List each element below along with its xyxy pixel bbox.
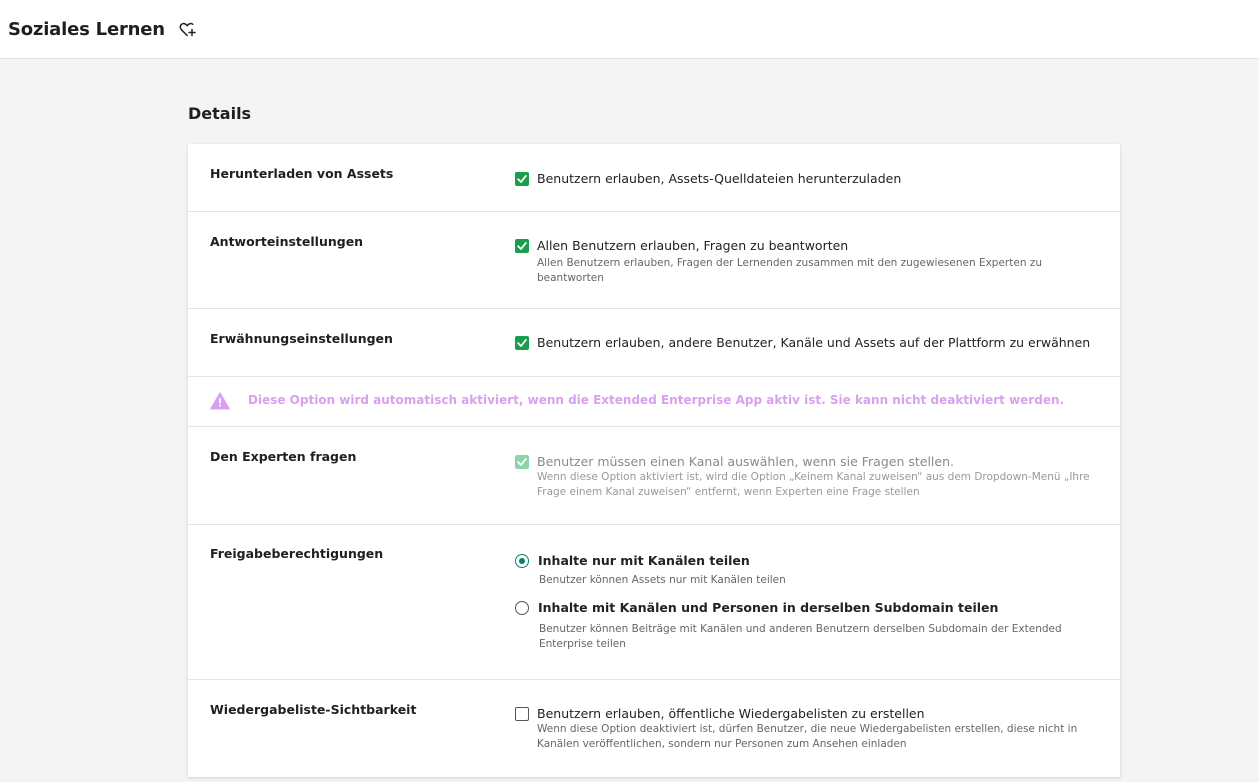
mention-settings-checkbox[interactable] [515, 336, 529, 350]
option-description: Allen Benutzern erlauben, Fragen der Ler… [537, 257, 1042, 284]
setting-row-sharing: Freigabeberechtigungen Inhalte nur mit K… [188, 525, 1120, 680]
setting-row-answer-settings: Antworteinstellungen Allen Benutzern erl… [188, 212, 1120, 309]
download-assets-checkbox[interactable] [515, 172, 529, 186]
option-description: Wenn diese Option deaktiviert ist, dürfe… [537, 723, 1078, 750]
setting-label: Herunterladen von Assets [210, 166, 394, 181]
ask-expert-checkbox [515, 455, 529, 469]
option-label: Benutzer müssen einen Kanal auswählen, w… [537, 454, 954, 469]
settings-card: Herunterladen von Assets Benutzern erlau… [188, 144, 1120, 777]
option-description: Benutzer können Beiträge mit Kanälen und… [539, 623, 1062, 650]
notice-text: Diese Option wird automatisch aktiviert,… [248, 393, 1065, 407]
warning-triangle-icon [210, 392, 230, 410]
setting-label: Den Experten fragen [210, 449, 357, 464]
sharing-radio-channels-only[interactable] [515, 554, 529, 568]
sharing-radio-channels-and-people[interactable] [515, 601, 529, 615]
extended-enterprise-notice: Diese Option wird automatisch aktiviert,… [188, 377, 1120, 427]
setting-label: Freigabeberechtigungen [210, 546, 384, 561]
setting-row-playlist-visibility: Wiedergabeliste-Sichtbarkeit Benutzern e… [188, 680, 1120, 777]
setting-label: Antworteinstellungen [210, 234, 364, 249]
heart-plus-icon[interactable] [179, 20, 197, 38]
setting-label: Wiedergabeliste-Sichtbarkeit [210, 702, 417, 717]
section-title: Details [188, 104, 252, 123]
option-label: Inhalte mit Kanälen und Personen in ders… [538, 600, 999, 615]
option-label: Benutzern erlauben, öffentliche Wiederga… [537, 706, 925, 721]
top-bar: Soziales Lernen [0, 0, 1259, 59]
setting-label: Erwähnungseinstellungen [210, 331, 393, 346]
option-label: Benutzern erlauben, andere Benutzer, Kan… [537, 335, 1091, 350]
page-title: Soziales Lernen [8, 18, 165, 40]
option-label: Inhalte nur mit Kanälen teilen [538, 553, 750, 568]
option-description: Benutzer können Assets nur mit Kanälen t… [539, 574, 786, 586]
playlist-visibility-checkbox[interactable] [515, 707, 529, 721]
option-label: Allen Benutzern erlauben, Fragen zu bean… [537, 238, 849, 253]
setting-row-ask-expert: Den Experten fragen Benutzer müssen eine… [188, 427, 1120, 525]
setting-row-mention-settings: Erwähnungseinstellungen Benutzern erlaub… [188, 309, 1120, 377]
option-label: Benutzern erlauben, Assets-Quelldateien … [537, 171, 902, 186]
option-description: Wenn diese Option aktiviert ist, wird di… [537, 471, 1090, 498]
answer-settings-checkbox[interactable] [515, 239, 529, 253]
setting-row-download-assets: Herunterladen von Assets Benutzern erlau… [188, 144, 1120, 212]
